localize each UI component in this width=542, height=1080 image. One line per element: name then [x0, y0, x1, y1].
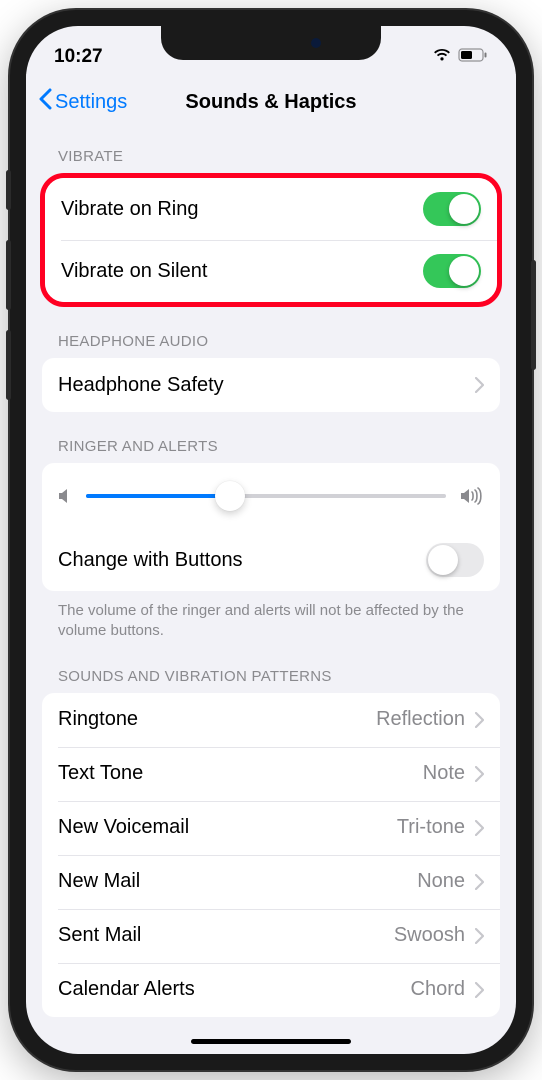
group-headphone: Headphone Safety — [42, 358, 500, 412]
chevron-right-icon — [475, 377, 484, 393]
row-value: Tri-tone — [397, 816, 465, 839]
toggle-vibrate-on-ring[interactable] — [423, 192, 481, 226]
section-header-ringer: RINGER AND ALERTS — [42, 412, 500, 463]
row-change-with-buttons[interactable]: Change with Buttons — [42, 529, 500, 591]
row-ringtone[interactable]: Ringtone Reflection — [42, 693, 500, 747]
phone-frame: 10:27 Settings Sounds & Haptics VIBRATE — [10, 10, 532, 1070]
power-button — [531, 260, 536, 370]
row-vibrate-on-silent[interactable]: Vibrate on Silent — [45, 240, 497, 302]
section-header-vibrate: VIBRATE — [42, 130, 500, 173]
chevron-right-icon — [475, 982, 484, 998]
row-value: Swoosh — [394, 924, 465, 947]
chevron-left-icon — [38, 88, 52, 116]
ringer-volume-slider[interactable] — [86, 481, 446, 511]
section-header-patterns: SOUNDS AND VIBRATION PATTERNS — [42, 642, 500, 693]
row-text-tone[interactable]: Text Tone Note — [42, 747, 500, 801]
row-label: Headphone Safety — [58, 374, 475, 397]
row-ringer-volume — [42, 463, 500, 529]
back-button[interactable]: Settings — [38, 88, 127, 116]
section-footer-ringer: The volume of the ringer and alerts will… — [42, 591, 500, 642]
content-scroll[interactable]: VIBRATE Vibrate on Ring Vibrate on Silen… — [26, 130, 516, 1054]
section-header-headphone: HEADPHONE AUDIO — [42, 307, 500, 358]
status-icons — [432, 46, 488, 68]
row-label: Vibrate on Silent — [61, 260, 423, 283]
chevron-right-icon — [475, 874, 484, 890]
silent-switch — [6, 170, 11, 210]
row-label: New Voicemail — [58, 816, 397, 839]
home-indicator[interactable] — [191, 1039, 351, 1044]
toggle-vibrate-on-silent[interactable] — [423, 254, 481, 288]
row-sent-mail[interactable]: Sent Mail Swoosh — [42, 909, 500, 963]
toggle-change-with-buttons[interactable] — [426, 543, 484, 577]
battery-icon — [458, 46, 488, 68]
volume-down-button — [6, 330, 11, 400]
row-label: Change with Buttons — [58, 549, 426, 572]
row-value: Chord — [411, 978, 465, 1001]
screen: 10:27 Settings Sounds & Haptics VIBRATE — [26, 26, 516, 1054]
wifi-icon — [432, 46, 452, 68]
chevron-right-icon — [475, 928, 484, 944]
volume-up-button — [6, 240, 11, 310]
row-value: Note — [423, 762, 465, 785]
row-value: Reflection — [376, 708, 465, 731]
back-label: Settings — [55, 91, 127, 114]
group-ringer: Change with Buttons — [42, 463, 500, 591]
row-label: Text Tone — [58, 762, 423, 785]
notch — [161, 26, 381, 60]
row-calendar-alerts[interactable]: Calendar Alerts Chord — [42, 963, 500, 1017]
group-vibrate: Vibrate on Ring Vibrate on Silent — [45, 178, 497, 302]
row-vibrate-on-ring[interactable]: Vibrate on Ring — [45, 178, 497, 240]
row-label: Vibrate on Ring — [61, 198, 423, 221]
group-patterns: Ringtone Reflection Text Tone Note New V… — [42, 693, 500, 1017]
annotation-highlight: Vibrate on Ring Vibrate on Silent — [40, 173, 502, 307]
speaker-low-icon — [58, 487, 72, 505]
row-label: Calendar Alerts — [58, 978, 411, 1001]
row-label: New Mail — [58, 870, 417, 893]
row-value: None — [417, 870, 465, 893]
row-label: Ringtone — [58, 708, 376, 731]
status-time: 10:27 — [54, 46, 103, 68]
row-label: Sent Mail — [58, 924, 394, 947]
row-new-voicemail[interactable]: New Voicemail Tri-tone — [42, 801, 500, 855]
chevron-right-icon — [475, 766, 484, 782]
row-headphone-safety[interactable]: Headphone Safety — [42, 358, 500, 412]
chevron-right-icon — [475, 712, 484, 728]
chevron-right-icon — [475, 820, 484, 836]
speaker-high-icon — [460, 486, 484, 506]
row-new-mail[interactable]: New Mail None — [42, 855, 500, 909]
nav-bar: Settings Sounds & Haptics — [26, 74, 516, 130]
